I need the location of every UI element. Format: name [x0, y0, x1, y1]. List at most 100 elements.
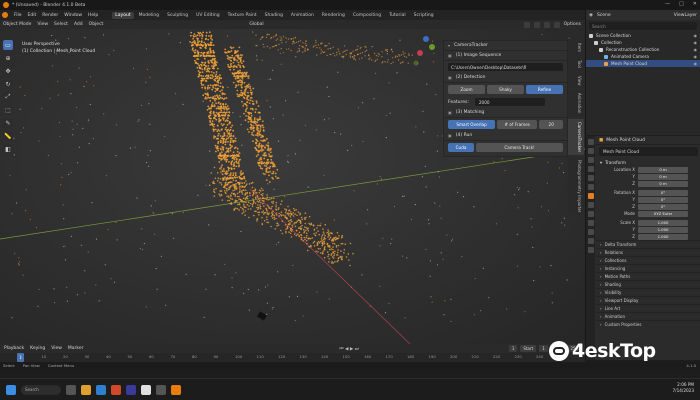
tab-modeling[interactable]: Modeling [136, 12, 162, 19]
property-section[interactable]: › Custom Properties [596, 320, 700, 328]
detection-section[interactable]: ▣ (2) Detection [444, 73, 567, 83]
cursor-tool-icon[interactable]: ⊕ [3, 53, 13, 63]
object-props-icon[interactable] [587, 193, 594, 199]
object-name-field[interactable]: Mesh Point Cloud [599, 147, 698, 156]
outliner-item[interactable]: Collection ◉ [586, 39, 700, 46]
menu-file[interactable]: File [14, 13, 22, 18]
property-section[interactable]: › Collections [596, 256, 700, 264]
tab-shading[interactable]: Shading [262, 12, 286, 19]
start-button-icon[interactable] [6, 384, 16, 395]
chrome-icon[interactable] [141, 384, 151, 395]
image-path-field[interactable]: C:\Users\Owner\Desktop\Datasets\fl [448, 63, 563, 71]
property-section[interactable]: › Instancing [596, 264, 700, 272]
visibility-eye-icon[interactable]: ◉ [694, 54, 698, 59]
zoom-button[interactable]: Zoom [448, 85, 485, 94]
outliner-search-input[interactable]: Search [589, 22, 697, 30]
terminal-icon[interactable] [156, 384, 166, 395]
location-y-field[interactable]: 0 m [638, 173, 688, 180]
outliner-item[interactable]: Scene Collection ◉ [586, 32, 700, 39]
outliner-item[interactable]: Reconstruction Collection ◉ [586, 46, 700, 53]
image-sequence-section[interactable]: ▣ (1) Image Sequence [444, 51, 567, 61]
edge-icon[interactable] [96, 384, 106, 395]
menu-edit[interactable]: Edit [28, 13, 37, 18]
frames-count-input[interactable]: 20 [539, 120, 563, 129]
move-tool-icon[interactable]: ✥ [3, 66, 13, 76]
current-frame-field[interactable]: 1 [508, 345, 518, 352]
shading-material-icon[interactable] [553, 21, 560, 28]
tab-view[interactable]: View [568, 72, 584, 89]
scale-y-field[interactable]: 1.000 [638, 226, 688, 233]
menu-render[interactable]: Render [42, 13, 58, 18]
shading-solid-icon[interactable] [543, 21, 550, 28]
scale-tool-icon[interactable]: ⤢ [3, 92, 13, 102]
location-x-field[interactable]: 0 m [638, 166, 688, 173]
view-layer-props-icon[interactable] [587, 166, 594, 172]
rotate-tool-icon[interactable]: ↻ [3, 79, 13, 89]
num-frames-button[interactable]: # of Frames [497, 120, 538, 129]
visibility-eye-icon[interactable]: ◉ [694, 47, 698, 52]
select-box-tool-icon[interactable]: ▭ [3, 40, 13, 50]
close-button[interactable]: ✕ [693, 1, 697, 7]
visibility-eye-icon[interactable]: ◉ [694, 61, 698, 66]
timeline-ruler[interactable]: 1 1 10 20 30 40 50 60 70 80 90 100 110 120 130 140 150 1… [0, 353, 585, 362]
features-input[interactable]: 2000 [474, 98, 545, 106]
annotate-tool-icon[interactable]: ✎ [3, 118, 13, 128]
add-menu[interactable]: Add [74, 22, 83, 27]
task-view-icon[interactable] [66, 384, 76, 395]
property-section[interactable]: › Motion Paths [596, 272, 700, 280]
keying-menu[interactable]: Keying [30, 346, 45, 351]
refine-button[interactable]: Refine [526, 85, 563, 94]
outliner-item[interactable]: Mesh Point Cloud ◉ [586, 60, 700, 67]
tab-animation[interactable]: Animation [288, 12, 317, 19]
outliner-item[interactable]: Animated Camera ◉ [586, 53, 700, 60]
tab-item[interactable]: Item [568, 40, 584, 56]
tab-photogrammetry-importer[interactable]: Photogrammetry Importer [568, 156, 584, 216]
location-z-field[interactable]: 0 m [638, 180, 688, 187]
tab-compositing[interactable]: Compositing [350, 12, 384, 19]
visibility-eye-icon[interactable]: ◉ [694, 40, 698, 45]
material-props-icon[interactable] [587, 247, 594, 253]
tab-animation-side[interactable]: Animation [568, 90, 584, 117]
scene-props-icon[interactable] [587, 175, 594, 181]
rotation-z-field[interactable]: 0° [638, 203, 688, 210]
tab-uv-editing[interactable]: UV Editing [193, 12, 222, 19]
tab-rendering[interactable]: Rendering [319, 12, 348, 19]
property-section[interactable]: › Viewport Display [596, 296, 700, 304]
particles-props-icon[interactable] [587, 211, 594, 217]
smart-overlap-button[interactable]: Smart Overlap [448, 120, 496, 129]
scale-z-field[interactable]: 1.000 [638, 233, 688, 240]
world-props-icon[interactable] [587, 184, 594, 190]
property-section[interactable]: › Relations [596, 248, 700, 256]
scale-x-field[interactable]: 1.000 [638, 219, 688, 226]
options-dropdown[interactable]: Options [564, 22, 581, 28]
physics-props-icon[interactable] [587, 220, 594, 226]
property-section[interactable]: › Visibility [596, 288, 700, 296]
xray-icon[interactable] [533, 21, 540, 28]
transform-tool-icon[interactable]: ⬚ [3, 105, 13, 115]
blender-menu-icon[interactable] [2, 12, 8, 18]
rotation-mode-dropdown[interactable]: XYZ Euler [638, 210, 688, 217]
modifier-props-icon[interactable] [587, 202, 594, 208]
view-menu[interactable]: View [37, 22, 48, 27]
shaky-button[interactable]: Shaky [487, 85, 524, 94]
start-frame-field[interactable]: 1 [539, 345, 548, 352]
play-controls-icon[interactable]: ⏮ ◀ ▶ ⏭ [339, 346, 358, 352]
marker-menu[interactable]: Marker [68, 346, 84, 351]
property-section[interactable]: › Line Art [596, 304, 700, 312]
select-menu[interactable]: Select [54, 22, 68, 27]
minimize-button[interactable]: — [665, 1, 670, 7]
taskbar-search[interactable]: Search [21, 384, 61, 395]
add-cube-tool-icon[interactable]: ◧ [3, 144, 13, 154]
cuda-button[interactable]: Cuda [448, 143, 475, 152]
office-icon[interactable] [111, 384, 121, 395]
tab-sculpting[interactable]: Sculpting [164, 12, 191, 19]
tab-tutorial[interactable]: Tutorial [386, 12, 409, 19]
matching-section[interactable]: ▣ (3) Matching [444, 108, 567, 118]
overlay-icon[interactable] [523, 21, 530, 28]
blender-taskbar-icon[interactable] [171, 384, 181, 395]
camera-track-button[interactable]: Camera Track! [476, 143, 563, 152]
view-layer-selector[interactable]: ViewLayer [674, 13, 697, 18]
menu-help[interactable]: Help [88, 13, 98, 18]
property-section[interactable]: › Shading [596, 280, 700, 288]
tab-layout[interactable]: Layout [112, 11, 134, 19]
